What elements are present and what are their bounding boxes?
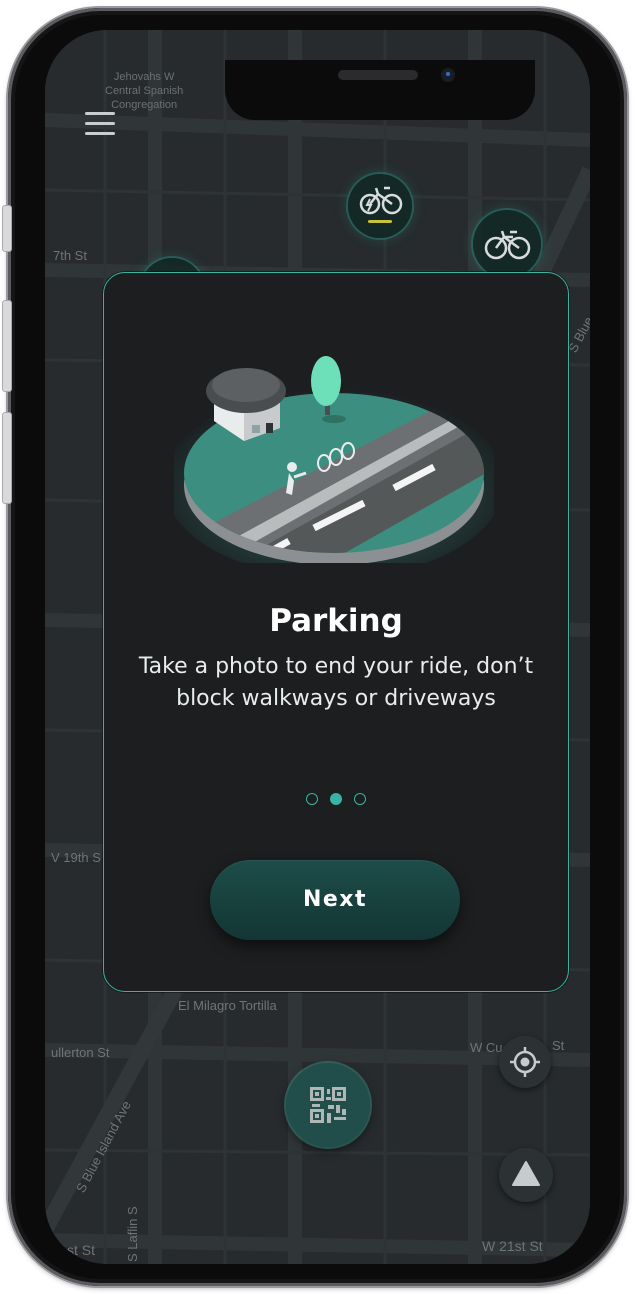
next-button[interactable]: Next: [210, 860, 460, 940]
triangle-icon: [512, 1161, 540, 1186]
page-dot[interactable]: [306, 793, 318, 805]
volume-down-button: [2, 412, 12, 504]
silent-switch: [2, 205, 12, 252]
electric-bicycle-icon[interactable]: [348, 174, 412, 238]
onboarding-title: Parking: [269, 603, 403, 639]
map-label-cullerton-right-st: St: [552, 1038, 565, 1053]
page-dot-active[interactable]: [330, 793, 342, 805]
qr-code-icon: [310, 1087, 346, 1123]
map-label-21st-st: W 21st St: [482, 1238, 543, 1254]
bicycle-icon[interactable]: [473, 210, 541, 278]
parking-illustration: [174, 356, 494, 563]
map-label-17th-st: 7th St: [53, 248, 87, 263]
page-dot[interactable]: [354, 793, 366, 805]
notch: [225, 60, 535, 120]
crosshair-icon: [510, 1047, 540, 1077]
map-label-church: Jehovahs W Central Spanish Congregation: [105, 71, 184, 111]
volume-up-button: [2, 300, 12, 392]
speaker: [338, 70, 418, 80]
map-label-19th-st: V 19th S: [51, 850, 101, 865]
hamburger-icon[interactable]: [85, 112, 115, 136]
map-label-tortilla: El Milagro Tortilla: [178, 998, 277, 1013]
locate-button[interactable]: [499, 1036, 551, 1088]
map-label-laflin: S Laflin S: [125, 1206, 140, 1262]
page-indicator: [104, 793, 568, 805]
map-label-bottom-left: st St: [67, 1242, 96, 1258]
app-screen: Jehovahs W Central Spanish Congregation …: [45, 30, 590, 1264]
onboarding-card: Parking Take a photo to end your ride, d…: [103, 272, 569, 992]
map-label-cullerton: ullerton St: [51, 1045, 110, 1060]
front-camera: [441, 68, 455, 82]
scan-button[interactable]: [286, 1063, 370, 1147]
navigate-button[interactable]: [499, 1148, 553, 1202]
onboarding-description: Take a photo to end your ride, don’t blo…: [138, 654, 534, 711]
map-label-cullerton-right: W Cu: [470, 1040, 503, 1055]
